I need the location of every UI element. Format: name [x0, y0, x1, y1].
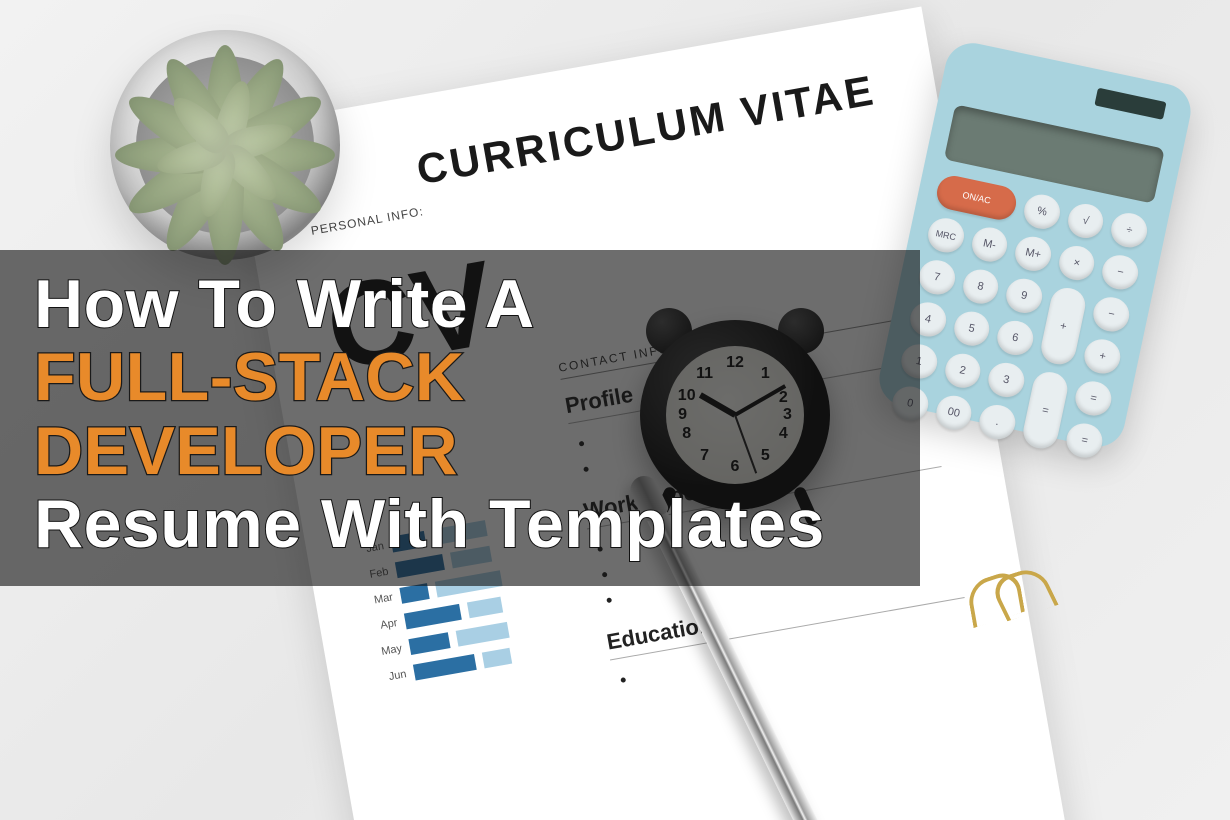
headline-line-3: Resume With Templates: [34, 488, 886, 561]
succulent-plant: [110, 30, 340, 260]
calc-key: M-: [969, 224, 1011, 265]
calc-key: ×: [1056, 243, 1098, 284]
calc-key: %: [1021, 191, 1063, 232]
calc-key: MRC: [925, 215, 967, 256]
calc-key: 3: [985, 360, 1027, 401]
calc-key: =: [1073, 378, 1115, 419]
calc-key: +: [1038, 285, 1089, 368]
calc-key: −: [1090, 294, 1132, 335]
calc-key: 9: [1003, 276, 1045, 317]
calc-key: 6: [994, 318, 1036, 359]
calculator-solar-panel: [1094, 88, 1166, 120]
calc-key: 2: [942, 350, 984, 391]
calc-key: M+: [1012, 233, 1054, 274]
calc-key: ÷: [1108, 210, 1150, 251]
headline-line-2: FULL-STACK DEVELOPER: [34, 341, 886, 488]
calc-key: =: [1020, 369, 1071, 452]
headline-overlay: How To Write A FULL-STACK DEVELOPER Resu…: [0, 250, 920, 586]
hero-scene: CURRICULUM VITAE PERSONAL INFO: CV CONTA…: [0, 0, 1230, 820]
calc-key: =: [1064, 420, 1106, 461]
calc-key: .: [976, 402, 1018, 443]
calculator-keys: ON/AC % √ ÷ MRC M- M+ × − 7 8 9 + − 4 5 …: [889, 173, 1150, 461]
calc-key: ON/AC: [934, 173, 1020, 223]
calc-key: 8: [960, 266, 1002, 307]
calc-key: 5: [951, 308, 993, 349]
calc-key: 00: [933, 392, 975, 433]
calc-key: √: [1065, 201, 1107, 242]
headline-line-1: How To Write A: [34, 268, 886, 341]
calc-key: −: [1099, 252, 1141, 293]
calc-key: +: [1082, 336, 1124, 377]
calc-key: 7: [916, 257, 958, 298]
